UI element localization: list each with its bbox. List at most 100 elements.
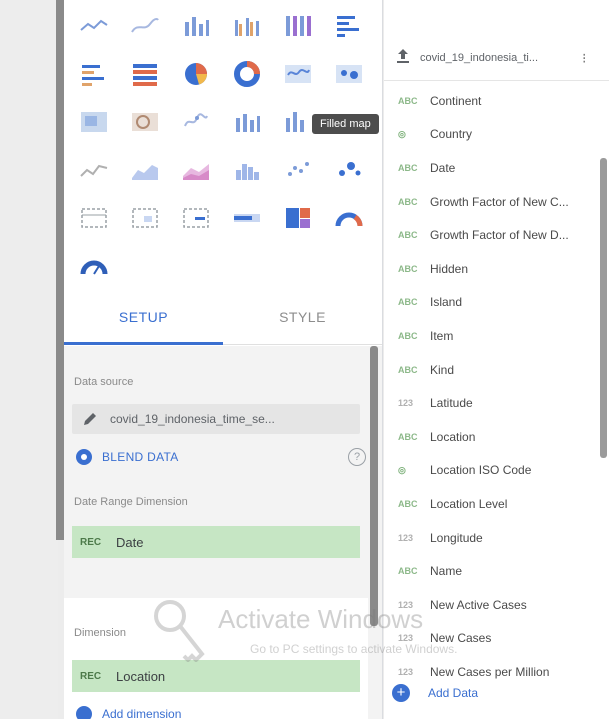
field-label: Growth Factor of New C... — [430, 194, 569, 209]
field-item[interactable]: ABC Hidden — [384, 252, 609, 286]
field-list: ABC Continent ◎ Country ABC Date ABC Growth Fac… — [384, 84, 609, 689]
pivot-table-icon[interactable] — [68, 194, 119, 242]
data-source-title: covid_19_indonesia_ti... — [420, 52, 539, 64]
text-field-icon: ABC — [398, 431, 418, 442]
field-label: New Cases — [430, 631, 492, 646]
field-item[interactable]: ABC Continent — [384, 84, 609, 118]
setup-scrollbar[interactable] — [370, 346, 378, 626]
data-source-selector[interactable]: covid_19_indonesia_time_se... — [72, 404, 360, 434]
dimension-section — [64, 598, 368, 719]
active-tab-indicator — [64, 342, 223, 345]
dimension-type-icon: REC — [80, 536, 102, 548]
field-item[interactable]: ABC Island — [384, 286, 609, 320]
combo-chart-icon[interactable] — [221, 98, 272, 146]
field-label: Growth Factor of New D... — [430, 228, 569, 243]
field-item[interactable]: ABC Name — [384, 554, 609, 588]
gauge-icon[interactable] — [323, 194, 374, 242]
donut-chart-icon[interactable] — [221, 50, 272, 98]
field-list-scrollbar[interactable] — [600, 158, 607, 458]
field-item[interactable]: ABC Date — [384, 151, 609, 185]
text-field-icon: ABC — [398, 297, 418, 308]
stacked-bar-chart-icon[interactable] — [119, 50, 170, 98]
google-map-icon[interactable] — [68, 98, 119, 146]
field-label: New Cases per Million — [430, 664, 550, 679]
geo-chart-icon[interactable] — [323, 50, 374, 98]
data-source-header[interactable]: covid_19_indonesia_ti... ⁝ — [384, 36, 609, 81]
blend-data-button[interactable]: BLEND DATA ? — [76, 448, 366, 466]
field-label: Kind — [430, 362, 455, 377]
field-item[interactable]: 123 New Cases — [384, 622, 609, 656]
data-source-label: Data source — [74, 376, 134, 388]
bubble-chart-icon[interactable] — [323, 146, 374, 194]
line-map-icon[interactable] — [170, 98, 221, 146]
line-chart-icon[interactable] — [68, 2, 119, 50]
field-item[interactable]: ◎ Country — [384, 118, 609, 152]
field-label: Country — [430, 127, 473, 142]
gauge-alt-icon[interactable] — [68, 242, 119, 290]
dimension-value: Location — [116, 668, 166, 684]
pivot-bars-icon[interactable] — [170, 194, 221, 242]
add-dimension-button[interactable]: Add dimension — [76, 706, 181, 719]
grouped-column-chart-icon[interactable] — [221, 2, 272, 50]
blend-icon — [76, 449, 92, 465]
histogram-icon[interactable] — [221, 146, 272, 194]
field-item[interactable]: ABC Kind — [384, 353, 609, 387]
field-item[interactable]: ◎ Location ISO Code — [384, 454, 609, 488]
setup-pane: Data source covid_19_indonesia_time_se..… — [64, 346, 382, 719]
stacked-column-chart-icon[interactable] — [272, 2, 323, 50]
date-range-value: Date — [116, 534, 144, 550]
field-label: New Active Cases — [430, 597, 527, 612]
number-field-icon: 123 — [398, 599, 414, 610]
stacked-area-chart-icon[interactable] — [170, 146, 221, 194]
text-field-icon: ABC — [398, 230, 418, 241]
blend-data-label: BLEND DATA — [102, 450, 179, 464]
dimension-label: Dimension — [74, 627, 126, 639]
field-item[interactable]: ABC Item — [384, 319, 609, 353]
scatter-chart-icon[interactable] — [272, 146, 323, 194]
text-field-icon: ABC — [398, 566, 418, 577]
more-options-icon[interactable]: ⁝ — [582, 50, 586, 67]
number-field-icon: 123 — [398, 532, 414, 543]
field-label: Location ISO Code — [430, 463, 532, 478]
field-label: Name — [430, 564, 463, 579]
smooth-line-chart-icon[interactable] — [119, 2, 170, 50]
field-item[interactable]: ABC Growth Factor of New C... — [384, 185, 609, 219]
tab-setup[interactable]: SETUP — [64, 292, 223, 342]
field-label: Date — [430, 160, 456, 175]
treemap-icon[interactable] — [272, 194, 323, 242]
field-label: Latitude — [430, 396, 473, 411]
canvas-gutter — [0, 0, 58, 719]
horizontal-bar-chart-icon[interactable] — [68, 50, 119, 98]
pie-chart-icon[interactable] — [170, 50, 221, 98]
field-label: Location Level — [430, 496, 508, 511]
text-field-icon: ABC — [398, 364, 418, 375]
pivot-heatmap-icon[interactable] — [119, 194, 170, 242]
area-chart-icon[interactable] — [119, 146, 170, 194]
time-series-icon[interactable] — [68, 146, 119, 194]
field-item[interactable]: ABC Location — [384, 420, 609, 454]
pencil-icon[interactable] — [82, 411, 104, 427]
dimension-chip[interactable]: REC Location — [72, 660, 360, 692]
bullet-chart-icon[interactable] — [221, 194, 272, 242]
field-item[interactable]: 123 Longitude — [384, 521, 609, 555]
upload-icon — [396, 48, 414, 69]
geo-field-icon: ◎ — [398, 128, 406, 139]
field-item[interactable]: 123 Latitude — [384, 386, 609, 420]
help-icon[interactable]: ? — [348, 448, 366, 466]
date-range-chip[interactable]: REC Date — [72, 526, 360, 558]
chart-properties-panel: Filled map SETUP STYLE Data source covid… — [64, 0, 383, 719]
field-label: Longitude — [430, 530, 483, 545]
bubble-map-icon[interactable] — [119, 98, 170, 146]
bar-chart-icon[interactable] — [323, 2, 374, 50]
left-scrollbar[interactable] — [56, 0, 64, 540]
column-chart-icon[interactable] — [170, 2, 221, 50]
add-data-button[interactable]: + Add Data — [392, 684, 478, 702]
data-source-name: covid_19_indonesia_time_se... — [110, 412, 275, 426]
field-label: Island — [430, 295, 463, 310]
text-field-icon: ABC — [398, 498, 418, 509]
field-item[interactable]: ABC Growth Factor of New D... — [384, 218, 609, 252]
field-item[interactable]: ABC Location Level — [384, 487, 609, 521]
field-item[interactable]: 123 New Active Cases — [384, 588, 609, 622]
tab-style[interactable]: STYLE — [223, 292, 382, 342]
geo-map-icon[interactable] — [272, 50, 323, 98]
